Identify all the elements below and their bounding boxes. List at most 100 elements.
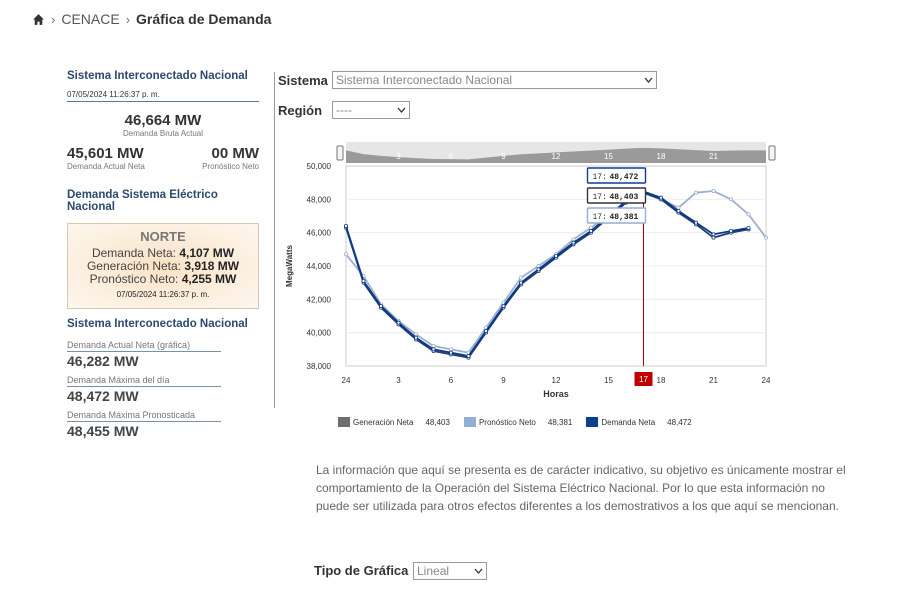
- x-tick-label: 24: [342, 376, 351, 385]
- legend-item-generacion[interactable]: Generación Neta 48,403: [338, 417, 450, 427]
- series-point: [466, 353, 471, 358]
- tooltip-hour: 17:: [593, 193, 607, 202]
- chart-svg[interactable]: 3 6 9 12 15 18 21 38,000 40,000 42,000 44,000 46,00…: [280, 135, 780, 435]
- x-tick-label: 18: [657, 376, 666, 385]
- series-point: [693, 190, 698, 195]
- sistema-select-value: Sistema Interconectado Nacional: [336, 73, 513, 87]
- x-tick-label: 12: [552, 376, 561, 385]
- series-point: [588, 229, 593, 234]
- tooltip-hour: 17:: [593, 173, 607, 182]
- series-point: [413, 332, 418, 337]
- series-point: [571, 240, 576, 245]
- series-point: [448, 347, 453, 352]
- series-point: [693, 220, 698, 225]
- series-point: [344, 224, 349, 229]
- sin2-title: Sistema Interconectado Nacional: [67, 318, 248, 330]
- disclaimer-text: La información que aquí se presenta es d…: [316, 463, 846, 513]
- navigator-tick: 15: [604, 152, 613, 161]
- stat-label: Demanda Máxima del día: [67, 375, 221, 387]
- series-point: [536, 267, 541, 272]
- region-pronostico-value: 4,255 MW: [181, 272, 237, 286]
- region-card[interactable]: NORTE Demanda Neta: 4,107 MW Generación …: [67, 223, 259, 309]
- demanda-bruta-block: 46,664 MW Demanda Bruta Actual: [67, 112, 259, 138]
- home-icon[interactable]: [32, 13, 45, 26]
- region-pronostico-row: Pronóstico Neto: 4,255 MW: [68, 273, 258, 286]
- region-pronostico-label: Pronóstico Neto:: [89, 272, 179, 286]
- series-point: [676, 209, 681, 214]
- legend-name: Demanda Neta: [601, 417, 656, 427]
- navigator-handle-right: [768, 145, 776, 161]
- navigator-tick: 3: [396, 152, 401, 161]
- chevron-down-icon: [474, 568, 483, 574]
- legend-item-demanda[interactable]: Demanda Neta 48,472: [586, 417, 692, 427]
- series-point: [658, 195, 663, 200]
- series-point: [501, 303, 506, 308]
- y-tick-label: 48,000: [307, 195, 332, 204]
- series-point: [448, 350, 453, 355]
- neta-pronostico-row: 45,601 MW Demanda Actual Neta 00 MW Pron…: [67, 145, 259, 171]
- legend-swatch: [463, 417, 476, 427]
- x-tick-label: 21: [709, 376, 718, 385]
- stat-label: Demanda Máxima Pronosticada: [67, 410, 221, 422]
- chart-legend: Generación Neta 48,403 Pronóstico Neto 4…: [338, 417, 706, 427]
- stat-item: Demanda Máxima del día 48,472 MW: [67, 375, 259, 404]
- y-tick-label: 38,000: [307, 362, 332, 371]
- navigator-tick: 18: [657, 152, 666, 161]
- legend-swatch: [338, 417, 350, 427]
- legend-name: Pronóstico Neto: [478, 417, 536, 427]
- region-generacion-value: 3,918 MW: [184, 259, 240, 273]
- demanda-neta-label: Demanda Actual Neta: [67, 162, 145, 171]
- series-point: [746, 212, 751, 217]
- region-demanda-value: 4,107 MW: [179, 246, 235, 260]
- series-point: [711, 235, 716, 240]
- series-point: [763, 235, 768, 240]
- region-demanda-label: Demanda Neta:: [91, 246, 176, 260]
- y-tick-label: 46,000: [307, 229, 332, 238]
- series-point: [553, 254, 558, 259]
- highlight-label: 17: [639, 375, 648, 384]
- stat-item: Demanda Máxima Pronosticada 48,455 MW: [67, 410, 259, 439]
- series-point: [676, 205, 681, 210]
- demand-chart[interactable]: 3 6 9 12 15 18 21 38,000 40,000 42,000 44,000 46,00…: [280, 135, 780, 435]
- navigator-tick: 12: [552, 152, 561, 161]
- series-point: [588, 225, 593, 230]
- chevron-right-icon: ›: [125, 11, 131, 27]
- region-select[interactable]: ----: [332, 101, 410, 119]
- x-tick-label: 3: [396, 376, 401, 385]
- series-point: [711, 189, 716, 194]
- navigator-tick: 6: [449, 152, 454, 161]
- x-axis-title: Horas: [543, 389, 569, 399]
- pronostico-value: 00 MW: [211, 145, 259, 162]
- legend-value: 48,381: [547, 417, 573, 427]
- sin-title: Sistema Interconectado Nacional: [67, 70, 248, 82]
- series-point: [413, 335, 418, 340]
- region-timestamp: 07/05/2024 11:26:37 p. m.: [116, 290, 210, 299]
- demanda-bruta-label: Demanda Bruta Actual: [122, 129, 204, 138]
- series-point: [728, 197, 733, 202]
- region-name: NORTE: [140, 229, 186, 244]
- breadcrumb-parent[interactable]: CENACE: [61, 11, 119, 27]
- chevron-down-icon: [397, 107, 406, 113]
- tooltip-hour: 17:: [593, 213, 607, 222]
- legend-swatch: [586, 417, 599, 427]
- stat-value: 46,282 MW: [67, 353, 139, 369]
- series-point: [344, 252, 349, 257]
- stat-value: 48,455 MW: [67, 423, 139, 439]
- y-axis-title: MegaWatts: [285, 244, 294, 286]
- legend-name: Generación Neta: [353, 417, 414, 427]
- tooltip-value: 48,403: [610, 193, 639, 202]
- tipo-grafica-label: Tipo de Gráfica: [314, 563, 409, 578]
- sistema-select[interactable]: Sistema Interconectado Nacional: [332, 71, 657, 89]
- series-point: [571, 237, 576, 242]
- navigator-handle-left: [336, 145, 344, 161]
- series-point: [431, 347, 436, 352]
- region-generacion-label: Generación Neta:: [86, 259, 182, 273]
- series-point: [536, 263, 541, 268]
- legend-item-pronostico[interactable]: Pronóstico Neto 48,381: [463, 417, 573, 427]
- vertical-divider: [274, 72, 275, 408]
- demanda-bruta-value: 46,664 MW: [124, 112, 202, 129]
- tipo-grafica-select[interactable]: Lineal: [413, 562, 487, 580]
- region-label: Región: [278, 103, 323, 118]
- legend-value: 48,403: [425, 417, 450, 427]
- series-point: [518, 275, 523, 280]
